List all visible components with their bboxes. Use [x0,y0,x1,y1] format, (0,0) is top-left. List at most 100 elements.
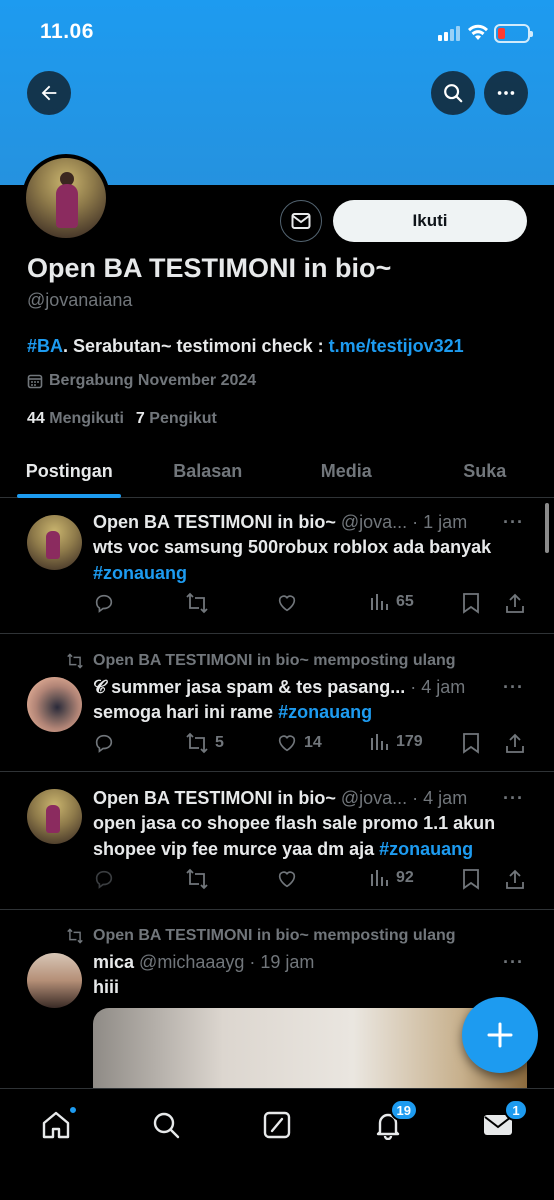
views-button[interactable]: 179 [370,732,423,752]
post-more-button[interactable]: ··· [503,788,524,809]
tab-posts[interactable]: Postingan [0,446,139,497]
nav-notifications[interactable]: 19 [368,1099,418,1143]
post-avatar[interactable] [27,677,82,732]
repost-note: Open BA TESTIMONI in bio~ memposting ula… [93,927,456,944]
views-button[interactable]: 92 [370,868,414,888]
tab-media[interactable]: Media [277,446,416,497]
views-chart-icon [371,734,388,750]
reply-button[interactable] [93,868,121,890]
nav-grok[interactable] [257,1107,297,1143]
repost-icon [67,928,83,944]
like-button[interactable]: 14 [276,732,322,754]
post-body: wts voc samsung 500robux roblox ada bany… [93,537,492,557]
share-button[interactable] [505,592,525,614]
bookmark-icon [463,593,479,614]
share-icon [506,869,524,889]
grok-icon [263,1111,291,1139]
repost-button[interactable] [185,592,215,614]
like-button[interactable] [276,868,304,890]
bottom-navigation: 19 1 [0,1088,554,1200]
post-author-name: 𝒞 summer jasa spam & tes pasang... [93,677,406,697]
bio-url-link[interactable]: t.me/testijov321 [329,336,464,356]
messages-badge: 1 [504,1099,528,1121]
bookmark-icon [463,733,479,754]
arrow-left-icon [41,85,57,101]
post-item[interactable]: Open BA TESTIMONI in bio~ @jova... · 4 j… [0,772,554,910]
post-avatar[interactable] [27,953,82,1008]
reply-button[interactable] [93,592,121,614]
repost-icon [186,592,208,614]
reply-button[interactable] [93,732,121,754]
post-item[interactable]: Open BA TESTIMONI in bio~ memposting ula… [0,634,554,772]
views-count: 65 [396,593,414,610]
like-button[interactable] [276,592,304,614]
tab-likes[interactable]: Suka [416,446,554,497]
post-hashtag-link[interactable]: #zonauang [278,702,372,722]
share-icon [506,733,524,753]
bookmark-icon [463,869,479,890]
post-more-button[interactable]: ··· [503,677,524,698]
views-chart-icon [371,870,388,886]
search-button[interactable] [431,71,475,115]
bio-text: . Serabutan~ testimoni check : [63,336,329,356]
bookmark-button[interactable] [462,592,480,614]
post-media-image[interactable] [93,1008,527,1098]
views-count: 92 [396,869,414,886]
compose-button[interactable] [462,997,538,1073]
views-button[interactable]: 65 [370,592,414,612]
post-actions: 5 14 179 [93,732,533,756]
heart-icon [278,595,296,612]
tab-replies[interactable]: Balasan [139,446,278,497]
post-header: Open BA TESTIMONI in bio~ @jova... · 4 j… [93,788,467,809]
post-text: hiii [93,977,119,997]
repost-indicator: Open BA TESTIMONI in bio~ memposting ula… [65,652,456,670]
post-time: · 19 jam [249,952,315,972]
post-time: · 1 jam [412,512,468,532]
calendar-icon [27,374,43,389]
bio-hashtag-link[interactable]: #BA [27,336,63,356]
post-author-handle: @jova... [340,788,408,808]
post-hashtag-link[interactable]: #zonauang [379,839,473,859]
plus-icon [487,1022,513,1048]
post-actions: 92 [93,868,533,892]
back-button[interactable] [27,71,71,115]
bookmark-button[interactable] [462,732,480,754]
nav-home[interactable] [36,1105,78,1143]
nav-messages[interactable]: 1 [478,1099,528,1143]
message-button[interactable] [280,200,322,242]
nav-search[interactable] [146,1107,186,1143]
followers-link[interactable]: 7 Pengikut [136,410,217,428]
more-options-button[interactable] [484,71,528,115]
post-item[interactable]: Open BA TESTIMONI in bio~ @jova... · 1 j… [0,498,554,634]
share-button[interactable] [505,732,525,754]
search-icon [444,84,463,103]
reply-icon [95,594,113,613]
post-header: Open BA TESTIMONI in bio~ @jova... · 1 j… [93,512,467,533]
post-more-button[interactable]: ··· [503,952,524,973]
views-chart-icon [371,594,388,610]
repost-icon [186,732,208,754]
bookmark-button[interactable] [462,868,480,890]
profile-tabs: Postingan Balasan Media Suka [0,446,554,498]
status-time: 11.06 [40,20,94,43]
post-header: mica @michaaayg · 19 jam [93,952,314,973]
post-more-button[interactable]: ··· [503,512,524,533]
post-avatar[interactable] [27,789,82,844]
repost-button[interactable]: 5 [185,732,224,754]
post-hashtag-link[interactable]: #zonauang [93,563,187,583]
post-avatar[interactable] [27,515,82,570]
post-time: · 4 jam [412,788,468,808]
post-author-name: Open BA TESTIMONI in bio~ [93,512,336,532]
share-button[interactable] [505,868,525,890]
post-author-handle: @michaaayg [139,952,245,972]
follow-counts: 44 Mengikuti 7 Pengikut [27,410,217,428]
follow-button[interactable]: Ikuti [333,200,527,242]
notifications-badge: 19 [389,1099,418,1121]
battery-icon [494,24,533,43]
post-author-name: mica [93,952,135,972]
following-count: 44 [27,410,45,427]
profile-avatar[interactable] [22,154,110,242]
repost-button[interactable] [185,868,215,890]
status-bar: 11.06 [0,20,554,50]
following-link[interactable]: 44 Mengikuti [27,410,124,428]
